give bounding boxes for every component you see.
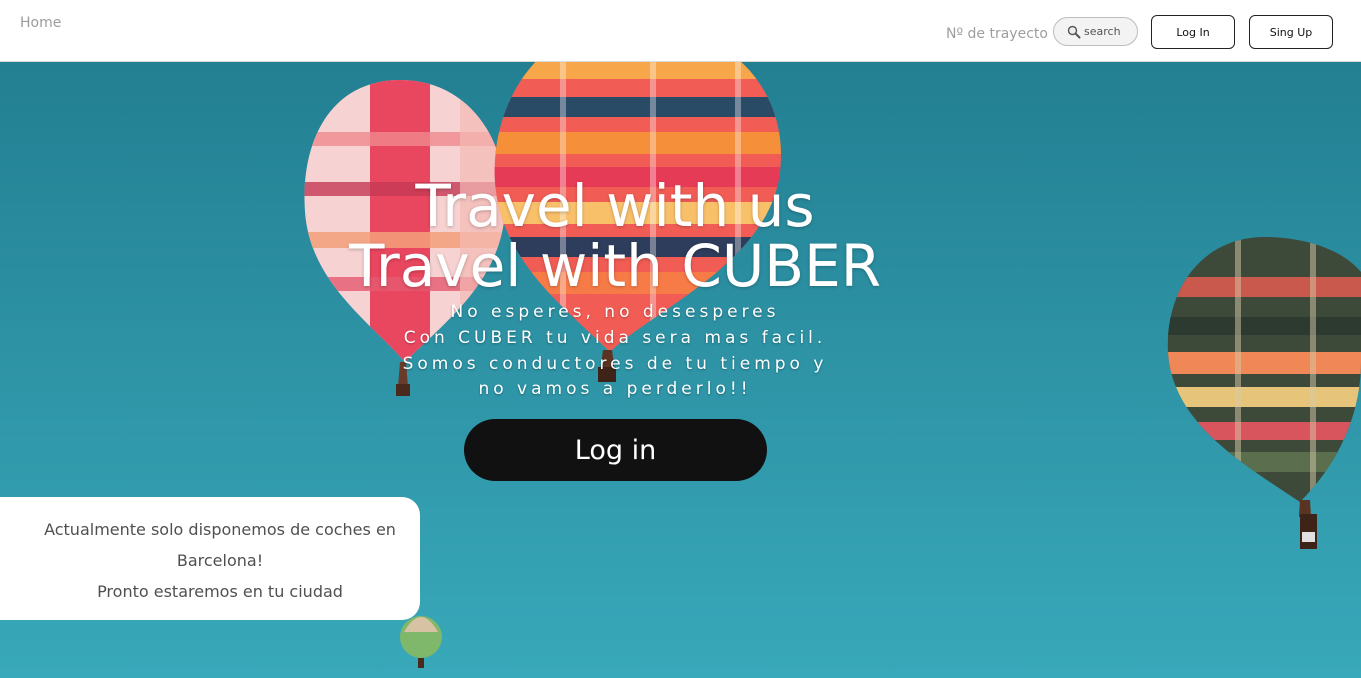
notice-line: Actualmente solo disponemos de coches en	[44, 520, 396, 539]
signup-button[interactable]: Sing Up	[1249, 15, 1333, 49]
hero-login-button[interactable]: Log in	[464, 419, 767, 481]
nav-home-link[interactable]: Home	[20, 15, 61, 31]
search-placeholder: search	[1084, 25, 1121, 38]
notice-line: Pronto estaremos en tu ciudad	[97, 582, 343, 601]
availability-notice-card: Actualmente solo disponemos de coches en…	[0, 497, 420, 620]
hero-subtitle-line: No esperes, no desesperes	[450, 302, 780, 322]
login-button[interactable]: Log In	[1151, 15, 1235, 49]
notice-line: Barcelona!	[176, 551, 264, 570]
top-navbar: Home Nº de trayecto search Log In Sing U…	[0, 0, 1361, 62]
trayecto-label: Nº de trayecto	[946, 26, 1048, 42]
search-icon	[1067, 25, 1081, 38]
hero-section: Travel with us Travel with CUBER No espe…	[0, 62, 1361, 678]
hero-subtitle-line: Con CUBER tu vida sera mas facil.	[403, 328, 827, 348]
hero-title-line-2: Travel with CUBER	[348, 232, 882, 300]
hero-title-line-1: Travel with us	[415, 172, 815, 240]
hero-subtitle-line: no vamos a perderlo!!	[478, 379, 752, 399]
hero-subtitle-line: Somos conductores de tu tiempo y	[402, 354, 828, 374]
search-input[interactable]: search	[1053, 17, 1138, 46]
